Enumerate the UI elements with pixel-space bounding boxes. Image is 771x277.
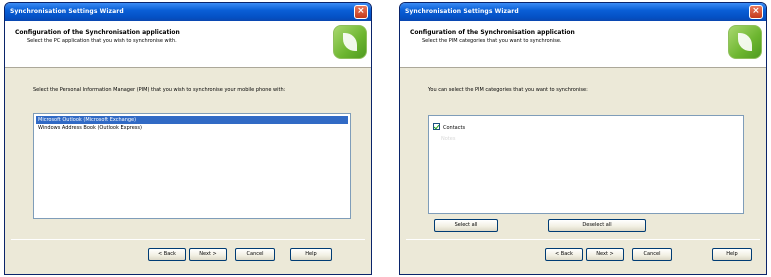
help-button[interactable]: Help — [290, 248, 332, 261]
back-button[interactable]: < Back — [545, 248, 583, 261]
back-button[interactable]: < Back — [148, 248, 186, 261]
checkbox-checked-icon[interactable] — [433, 123, 440, 130]
header-subtitle: Select the PIM categories that you want … — [422, 38, 562, 44]
header-subtitle: Select the PC application that you wish … — [27, 38, 177, 44]
instruction-text: Select the Personal Information Manager … — [33, 87, 286, 93]
instruction-text: You can select the PIM categories that y… — [428, 87, 588, 93]
footer-divider — [11, 239, 365, 240]
list-item[interactable]: Microsoft Outlook (Microsoft Exchange) — [36, 116, 348, 124]
category-contacts[interactable]: Contacts — [433, 123, 465, 133]
next-button[interactable]: Next > — [189, 248, 227, 261]
faint-list-item: Notes — [441, 136, 456, 142]
wizard-header: Configuration of the Synchronisation app… — [5, 21, 371, 68]
help-button[interactable]: Help — [712, 248, 752, 261]
footer-divider — [406, 239, 760, 240]
wizard-window-pim-selection: Synchronisation Settings Wizard × Config… — [4, 2, 372, 275]
next-button[interactable]: Next > — [586, 248, 624, 261]
cancel-button[interactable]: Cancel — [632, 248, 672, 261]
close-icon[interactable]: × — [354, 5, 368, 19]
list-item[interactable]: Windows Address Book (Outlook Express) — [36, 124, 348, 132]
window-title: Synchronisation Settings Wizard — [10, 8, 124, 15]
window-title: Synchronisation Settings Wizard — [405, 8, 519, 15]
wizard-window-category-selection: Synchronisation Settings Wizard × Config… — [399, 2, 767, 275]
deselect-all-button[interactable]: Deselect all — [548, 219, 646, 232]
header-title: Configuration of the Synchronisation app… — [15, 29, 180, 36]
title-bar[interactable]: Synchronisation Settings Wizard × — [400, 3, 766, 21]
cancel-button[interactable]: Cancel — [235, 248, 275, 261]
close-icon[interactable]: × — [749, 5, 763, 19]
title-bar[interactable]: Synchronisation Settings Wizard × — [5, 3, 371, 21]
category-label: Contacts — [443, 125, 466, 131]
sync-logo-icon — [728, 25, 762, 59]
select-all-button[interactable]: Select all — [434, 219, 498, 232]
pim-listbox[interactable]: Microsoft Outlook (Microsoft Exchange) W… — [33, 113, 351, 219]
wizard-header: Configuration of the Synchronisation app… — [400, 21, 766, 68]
header-title: Configuration of the Synchronisation app… — [410, 29, 575, 36]
sync-logo-icon — [333, 25, 367, 59]
category-listbox[interactable]: Contacts Notes — [428, 115, 744, 214]
